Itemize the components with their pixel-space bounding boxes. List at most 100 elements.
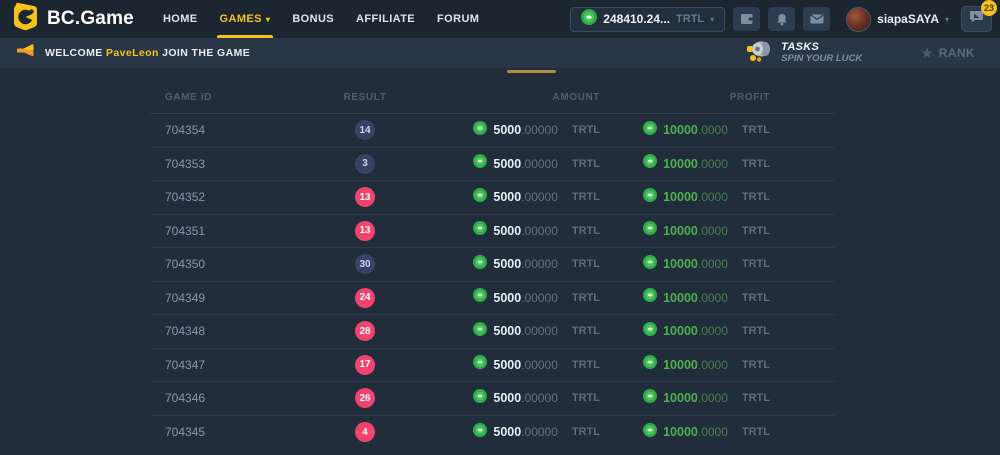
coin-icon: [473, 423, 487, 442]
profit-int: 10000: [663, 190, 698, 204]
brand-name: BC.Game: [47, 8, 134, 30]
amount-currency: TRTL: [572, 258, 600, 270]
amount-currency: TRTL: [572, 225, 600, 237]
profit-currency: TRTL: [742, 392, 770, 404]
row-game-id: 704354: [150, 123, 300, 137]
coin-icon: [473, 221, 487, 240]
amount-cell: 5000 .00000 TRTL: [430, 389, 600, 408]
tasks-title: TASKS: [781, 41, 862, 54]
amount-int: 5000: [493, 324, 521, 338]
amount-cell: 5000 .00000 TRTL: [430, 221, 600, 240]
table-row[interactable]: 704348 28 5000 .00000 TRTL: [150, 315, 835, 349]
amount-currency: TRTL: [572, 158, 600, 170]
profit-currency: TRTL: [742, 292, 770, 304]
notifications-button[interactable]: [768, 7, 795, 31]
coin-icon: [473, 288, 487, 307]
coin-icon: [643, 255, 657, 274]
amount-int: 5000: [493, 291, 521, 305]
profit-dec: .0000: [698, 190, 728, 204]
messages-button[interactable]: [803, 7, 830, 31]
table-row[interactable]: 704351 13 5000 .00000 TRTL: [150, 215, 835, 249]
profit-int: 10000: [663, 358, 698, 372]
profit-dec: .0000: [698, 358, 728, 372]
spin-drum-icon: [744, 39, 774, 68]
profit-dec: .0000: [698, 425, 728, 439]
brand-logo[interactable]: BC.Game: [0, 2, 134, 36]
result-badge: 13: [355, 187, 375, 207]
profit-currency: TRTL: [742, 426, 770, 438]
nav-forum[interactable]: FORUM: [426, 0, 490, 38]
col-header-profit: PROFIT: [600, 92, 770, 103]
profit-currency: TRTL: [742, 325, 770, 337]
amount-int: 5000: [493, 190, 521, 204]
amount-int: 5000: [493, 425, 521, 439]
result-badge: 24: [355, 288, 375, 308]
coin-icon: [473, 255, 487, 274]
amount-currency: TRTL: [572, 292, 600, 304]
table-row[interactable]: 704347 17 5000 .00000 TRTL: [150, 349, 835, 383]
game-results-table: GAME ID RESULT AMOUNT PROFIT 704354 14 5…: [150, 82, 835, 449]
result-badge: 14: [355, 120, 375, 140]
profit-int: 10000: [663, 123, 698, 137]
coin-icon: [473, 154, 487, 173]
profit-cell: 10000 .0000 TRTL: [600, 188, 770, 207]
nav-affiliate[interactable]: AFFILIATE: [345, 0, 426, 38]
balance-currency: TRTL: [676, 13, 704, 25]
bcgame-logo-icon: [12, 2, 39, 36]
profit-cell: 10000 .0000 TRTL: [600, 355, 770, 374]
profit-dec: .0000: [698, 324, 728, 338]
user-menu[interactable]: siapaSAYA ▾: [846, 7, 949, 32]
amount-int: 5000: [493, 257, 521, 271]
result-badge: 3: [355, 154, 375, 174]
table-row[interactable]: 704346 26 5000 .00000 TRTL: [150, 382, 835, 416]
amount-dec: .00000: [521, 157, 558, 171]
amount-int: 5000: [493, 157, 521, 171]
amount-cell: 5000 .00000 TRTL: [430, 154, 600, 173]
table-row[interactable]: 704352 13 5000 .00000 TRTL: [150, 181, 835, 215]
table-row[interactable]: 704350 30 5000 .00000 TRTL: [150, 248, 835, 282]
amount-cell: 5000 .00000 TRTL: [430, 255, 600, 274]
row-game-id: 704353: [150, 157, 300, 171]
table-row[interactable]: 704354 14 5000 .00000 TRTL: [150, 114, 835, 148]
profit-currency: TRTL: [742, 191, 770, 203]
avatar: [846, 7, 871, 32]
col-header-amount: AMOUNT: [430, 92, 600, 103]
table-row[interactable]: 704345 4 5000 .00000 TRTL: [150, 416, 835, 450]
banner-right-cluster: TASKS SPIN YOUR LUCK ★ RANK: [744, 38, 1000, 68]
profit-cell: 10000 .0000 TRTL: [600, 423, 770, 442]
rank-widget[interactable]: ★ RANK: [920, 46, 975, 61]
profit-currency: TRTL: [742, 359, 770, 371]
profit-cell: 10000 .0000 TRTL: [600, 255, 770, 274]
coin-icon: [643, 322, 657, 341]
amount-dec: .00000: [521, 358, 558, 372]
chat-button[interactable]: 23: [961, 6, 992, 32]
profit-currency: TRTL: [742, 225, 770, 237]
result-badge: 30: [355, 254, 375, 274]
profit-dec: .0000: [698, 391, 728, 405]
result-badge: 26: [355, 388, 375, 408]
bell-icon: [776, 13, 788, 26]
wallet-button[interactable]: [733, 7, 760, 31]
amount-currency: TRTL: [572, 124, 600, 136]
nav-bonus[interactable]: BONUS: [281, 0, 345, 38]
table-row[interactable]: 704349 24 5000 .00000 TRTL: [150, 282, 835, 316]
username: siapaSAYA: [877, 12, 939, 26]
table-row[interactable]: 704353 3 5000 .00000 TRTL: [150, 148, 835, 182]
amount-dec: .00000: [521, 123, 558, 137]
amount-currency: TRTL: [572, 426, 600, 438]
nav-games[interactable]: GAMES ▾: [209, 0, 282, 38]
profit-currency: TRTL: [742, 124, 770, 136]
amount-dec: .00000: [521, 425, 558, 439]
row-game-id: 704348: [150, 324, 300, 338]
col-header-result: RESULT: [300, 92, 430, 103]
balance-selector[interactable]: 248410.24... TRTL ▾: [570, 7, 725, 32]
amount-int: 5000: [493, 391, 521, 405]
nav-home[interactable]: HOME: [152, 0, 209, 38]
amount-dec: .00000: [521, 257, 558, 271]
coin-icon: [643, 221, 657, 240]
tasks-widget[interactable]: TASKS SPIN YOUR LUCK: [744, 39, 862, 68]
amount-currency: TRTL: [572, 191, 600, 203]
welcome-message: WELCOME PaveLeon JOIN THE GAME: [45, 47, 250, 59]
amount-dec: .00000: [521, 190, 558, 204]
coin-icon: [473, 188, 487, 207]
